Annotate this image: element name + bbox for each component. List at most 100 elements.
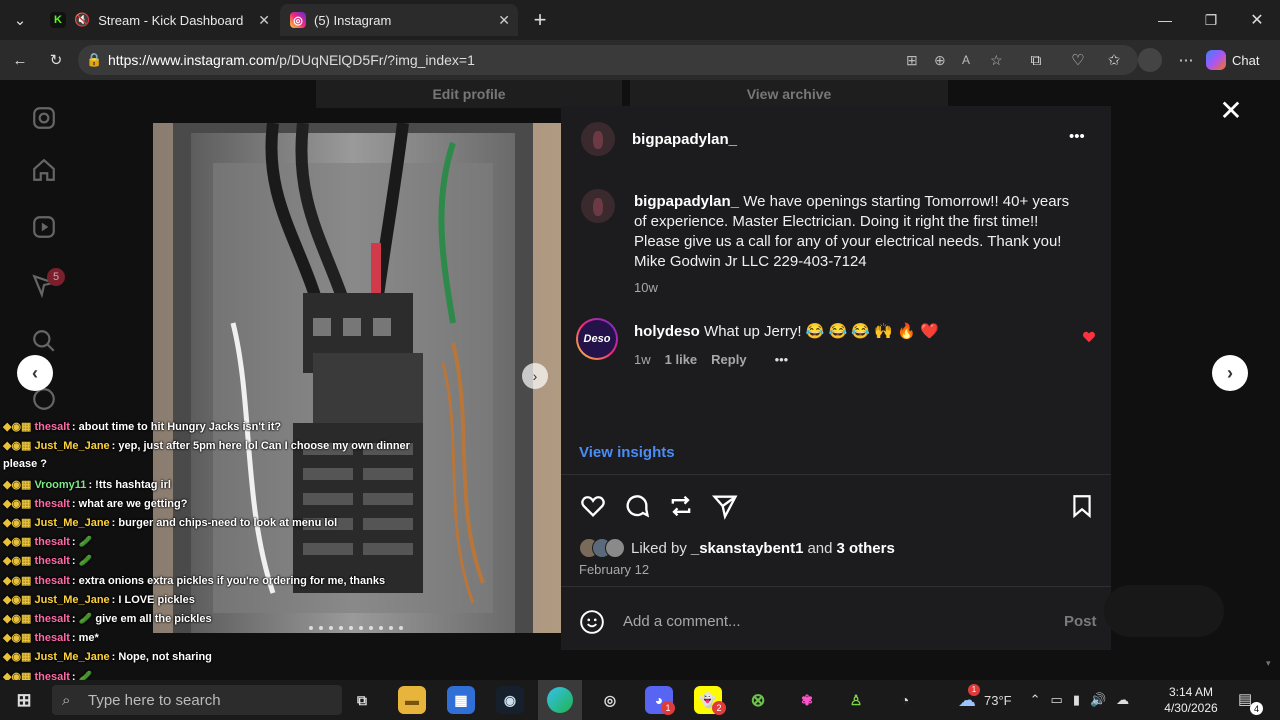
weather-temp[interactable]: 73°F bbox=[984, 693, 1012, 708]
device-icon[interactable]: ▭ bbox=[1051, 692, 1063, 708]
favorite-star-icon[interactable]: ☆ bbox=[990, 52, 1003, 69]
tab-instagram[interactable]: ◎ (5) Instagram ✕ bbox=[280, 4, 518, 36]
comment-bubble-icon[interactable] bbox=[623, 492, 651, 520]
more-options-icon[interactable]: ••• bbox=[1069, 128, 1085, 145]
chat-badges-icon: ◆◉▦ bbox=[3, 651, 32, 664]
repost-icon[interactable] bbox=[667, 492, 695, 520]
tab-close-icon[interactable]: ✕ bbox=[498, 12, 510, 29]
profile-avatar[interactable] bbox=[1138, 48, 1162, 72]
liked-by-others[interactable]: 3 others bbox=[836, 540, 894, 557]
chat-username[interactable]: thesalt bbox=[34, 555, 69, 567]
file-explorer-icon[interactable]: ▬ bbox=[398, 686, 426, 714]
app-icon[interactable]: ✾ bbox=[793, 686, 821, 714]
tab-kick-dashboard[interactable]: K 🔇 Stream - Kick Dashboard ✕ bbox=[40, 4, 278, 36]
chat-text: : about time to hit Hungry Jacks isn't i… bbox=[71, 421, 282, 433]
view-archive-button: View archive bbox=[630, 80, 948, 108]
browser-essentials-icon[interactable]: ♡ bbox=[1066, 48, 1090, 72]
view-insights-link[interactable]: View insights bbox=[579, 444, 675, 461]
start-windows-icon[interactable]: ⊞ bbox=[10, 686, 38, 714]
minimize-icon[interactable]: — bbox=[1142, 0, 1188, 40]
save-bookmark-icon[interactable] bbox=[1069, 492, 1095, 520]
chat-username[interactable]: Just_Me_Jane bbox=[34, 651, 109, 663]
store-icon[interactable]: ▦ bbox=[447, 686, 475, 714]
caption-author[interactable]: bigpapadylan_ bbox=[634, 193, 739, 210]
commenter-avatar[interactable]: Deso bbox=[576, 318, 618, 360]
taskbar: ⊞ ⌕ Type here to search ⧉ ▬ ▦ ◉ ◎ ◕ 1 👻 … bbox=[0, 680, 1280, 720]
green-app-icon[interactable]: ♙ bbox=[842, 686, 870, 714]
chat-username[interactable]: Just_Me_Jane bbox=[34, 594, 109, 606]
restore-icon[interactable]: ❐ bbox=[1188, 0, 1234, 40]
taskbar-search[interactable]: ⌕ Type here to search bbox=[52, 685, 342, 715]
chat-text: : I LOVE pickles bbox=[111, 593, 195, 606]
liked-by: Liked by _skanstaybent1 and 3 others bbox=[579, 538, 895, 558]
reels-icon[interactable] bbox=[31, 214, 57, 240]
obs-icon[interactable]: ◎ bbox=[596, 686, 624, 714]
comment-more-icon[interactable]: ••• bbox=[775, 352, 789, 367]
read-aloud-icon[interactable]: A bbox=[962, 53, 970, 67]
chat-username[interactable]: thesalt bbox=[34, 632, 69, 644]
tab-actions-icon[interactable]: ⌄ bbox=[8, 8, 32, 32]
app-available-icon[interactable]: ⊞ bbox=[906, 52, 918, 69]
kick-favicon-icon: K bbox=[50, 12, 66, 28]
post-comment-button[interactable]: Post bbox=[1064, 613, 1097, 630]
network-cloud-icon[interactable]: ☁ bbox=[1116, 692, 1129, 708]
photo-next-icon[interactable]: › bbox=[522, 363, 548, 389]
steam-icon[interactable]: ◉ bbox=[496, 686, 524, 714]
scroll-down-icon[interactable]: ▾ bbox=[1266, 658, 1272, 668]
clock[interactable]: 3:14 AM 4/30/2026 bbox=[1158, 684, 1224, 716]
edge-browser-icon[interactable] bbox=[538, 680, 582, 720]
chat-username[interactable]: Vroomy11 bbox=[34, 479, 86, 491]
chat-username[interactable]: Just_Me_Jane bbox=[34, 440, 109, 452]
emoji-picker-icon[interactable] bbox=[579, 609, 605, 635]
author-avatar[interactable] bbox=[581, 122, 615, 156]
xbox-icon[interactable]: ⊗ bbox=[744, 686, 772, 714]
share-send-icon[interactable] bbox=[711, 492, 739, 520]
caption-author-avatar[interactable] bbox=[581, 189, 615, 223]
chat-username[interactable]: thesalt bbox=[34, 421, 69, 433]
tab-close-icon[interactable]: ✕ bbox=[258, 12, 270, 29]
back-icon[interactable]: ← bbox=[8, 48, 32, 72]
chat-username[interactable]: thesalt bbox=[34, 498, 69, 510]
chat-message: ◆◉▦ thesalt: what are we getting? bbox=[3, 497, 187, 510]
comment-likes[interactable]: 1 like bbox=[665, 352, 698, 367]
copilot-button[interactable]: Chat bbox=[1206, 48, 1259, 72]
author-username[interactable]: bigpapadylan_ bbox=[632, 131, 737, 148]
liker-avatar[interactable] bbox=[605, 538, 625, 558]
comment-like-heart-icon[interactable] bbox=[1082, 330, 1096, 344]
chat-badges-icon: ◆◉▦ bbox=[3, 440, 32, 453]
refresh-icon[interactable]: ↻ bbox=[44, 48, 68, 72]
task-view-icon[interactable]: ⧉ bbox=[348, 686, 376, 714]
comment: holydeso What up Jerry! 😂 😂 😂 🙌 🔥 ❤️ bbox=[634, 322, 939, 342]
chat-message: ◆◉▦ Vroomy11: !tts hashtag irl bbox=[3, 478, 171, 491]
extensions-icon[interactable]: ⧉ bbox=[1024, 48, 1048, 72]
settings-more-icon[interactable]: ⋯ bbox=[1174, 48, 1198, 72]
zoom-icon[interactable]: ⊕ bbox=[934, 52, 946, 69]
chat-username[interactable]: thesalt bbox=[34, 575, 69, 587]
chat-username[interactable]: thesalt bbox=[34, 613, 69, 625]
home-icon[interactable] bbox=[31, 157, 57, 183]
favorites-icon[interactable]: ✩ bbox=[1102, 48, 1126, 72]
close-modal-icon[interactable]: ✕ bbox=[1218, 97, 1244, 125]
chat-badges-icon: ◆◉▦ bbox=[3, 536, 32, 549]
instagram-logo-icon[interactable] bbox=[31, 105, 57, 131]
battery-icon[interactable]: ▮ bbox=[1073, 692, 1080, 708]
recording-app-icon[interactable]: ◔ bbox=[891, 686, 919, 714]
volume-icon[interactable]: 🔊 bbox=[1090, 692, 1106, 708]
like-heart-icon[interactable] bbox=[579, 492, 607, 520]
reply-button[interactable]: Reply bbox=[711, 352, 746, 367]
site-info-icon[interactable]: 🔒 bbox=[86, 52, 102, 68]
add-comment-input[interactable]: Add a comment... bbox=[623, 613, 741, 630]
chat-username[interactable]: Just_Me_Jane bbox=[34, 517, 109, 529]
new-tab-icon[interactable]: + bbox=[528, 7, 552, 32]
muted-audio-icon[interactable]: 🔇 bbox=[74, 12, 90, 28]
address-bar[interactable]: 🔒 https://www.instagram.com /p/DUqNElQD5… bbox=[78, 45, 1138, 75]
search-icon[interactable] bbox=[31, 328, 57, 354]
liked-by-user[interactable]: _skanstaybent1 bbox=[691, 540, 804, 557]
commenter-username[interactable]: holydeso bbox=[634, 323, 700, 340]
weather-cloud-icon[interactable]: ☁ 1 bbox=[958, 683, 980, 711]
next-post-button[interactable]: › bbox=[1212, 355, 1248, 391]
chat-username[interactable]: thesalt bbox=[34, 536, 69, 548]
previous-post-button[interactable]: ‹ bbox=[17, 355, 53, 391]
window-close-icon[interactable]: ✕ bbox=[1234, 0, 1280, 40]
tray-chevron-icon[interactable]: ⌃ bbox=[1030, 692, 1041, 708]
